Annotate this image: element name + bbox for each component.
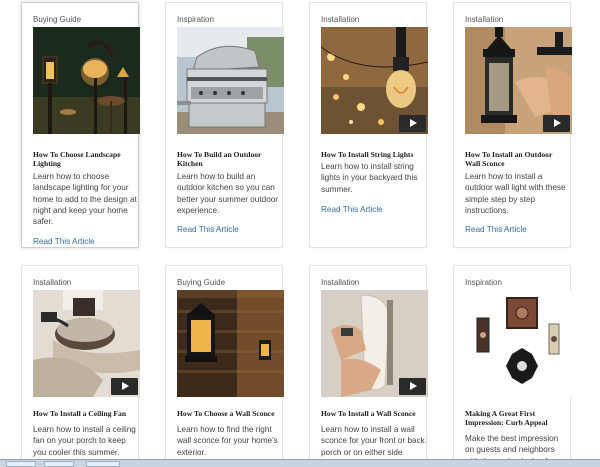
read-article-link[interactable]: Read This Article — [465, 225, 527, 234]
article-card[interactable]: Buying Guide How To Choose a Wall Sconce… — [165, 265, 284, 465]
article-card[interactable]: Inspiration Making A Great First Impress… — [453, 265, 572, 466]
sconce-install-image[interactable] — [321, 290, 428, 397]
card-title[interactable]: Making A Great First Impression: Curb Ap… — [465, 409, 569, 427]
outdoor-grill-image[interactable] — [177, 27, 284, 134]
play-icon[interactable] — [111, 378, 138, 395]
play-icon[interactable] — [399, 115, 426, 132]
card-category: Installation — [321, 15, 360, 24]
card-description: Learn how to install a wall sconce for y… — [321, 425, 425, 457]
taskbar-button[interactable] — [6, 461, 36, 467]
read-article-link[interactable]: Read This Article — [177, 225, 239, 234]
card-category: Installation — [321, 278, 360, 287]
read-article-link[interactable]: Read This Article — [33, 237, 95, 246]
card-category: Installation — [465, 15, 504, 24]
card-category: Buying Guide — [177, 278, 226, 287]
card-description: Learn how to find the right wall sconce … — [177, 425, 278, 457]
card-title[interactable]: How To Install String Lights — [321, 150, 425, 159]
string-lights-image[interactable] — [321, 27, 428, 134]
card-description: Learn how to install a ceiling fan on yo… — [33, 425, 136, 457]
card-description: Learn how to install string lights in yo… — [321, 162, 418, 194]
article-card[interactable]: Buying Guide How To Choose Landscape Lig… — [21, 2, 140, 248]
card-title[interactable]: How To Install an Outdoor Wall Sconce — [465, 150, 569, 168]
doorbell-hardware-image[interactable] — [465, 290, 572, 397]
landscape-lights-image[interactable] — [33, 27, 140, 134]
card-title[interactable]: How To Choose Landscape Lighting — [33, 150, 137, 168]
card-title[interactable]: How To Build an Outdoor Kitchen — [177, 150, 281, 168]
card-description: Learn how to build an outdoor kitchen so… — [177, 172, 279, 215]
wall-sconce-image[interactable] — [177, 290, 284, 397]
play-icon[interactable] — [543, 115, 570, 132]
card-category: Installation — [33, 278, 72, 287]
play-icon[interactable] — [399, 378, 426, 395]
read-article-link[interactable]: Read This Article — [321, 205, 383, 214]
card-title[interactable]: How To Install a Ceiling Fan — [33, 409, 137, 418]
card-title[interactable]: How To Install a Wall Sconce — [321, 409, 425, 418]
taskbar — [0, 459, 600, 467]
card-description: Learn how to install a outdoor wall ligh… — [465, 172, 566, 215]
card-title[interactable]: How To Choose a Wall Sconce — [177, 409, 281, 418]
article-card[interactable]: Installation How To Install String Light… — [309, 2, 428, 248]
article-card[interactable]: Installation How To Install a Ceiling Fa… — [21, 265, 140, 465]
article-grid: Buying Guide How To Choose Landscape Lig… — [0, 0, 600, 466]
wall-lantern-image[interactable] — [465, 27, 572, 134]
article-card[interactable]: Installation How To Install an Outdoor W… — [453, 2, 572, 248]
card-category: Inspiration — [465, 278, 502, 287]
card-category: Inspiration — [177, 15, 214, 24]
card-description: Learn how to choose landscape lighting f… — [33, 172, 137, 227]
card-category: Buying Guide — [33, 15, 82, 24]
taskbar-button[interactable] — [44, 461, 74, 467]
ceiling-fan-image[interactable] — [33, 290, 140, 397]
article-card[interactable]: Inspiration How To Build an Outdoor Kitc… — [165, 2, 284, 248]
taskbar-button[interactable] — [86, 461, 120, 467]
article-card[interactable]: Installation How To Install a Wall Sconc… — [309, 265, 428, 465]
